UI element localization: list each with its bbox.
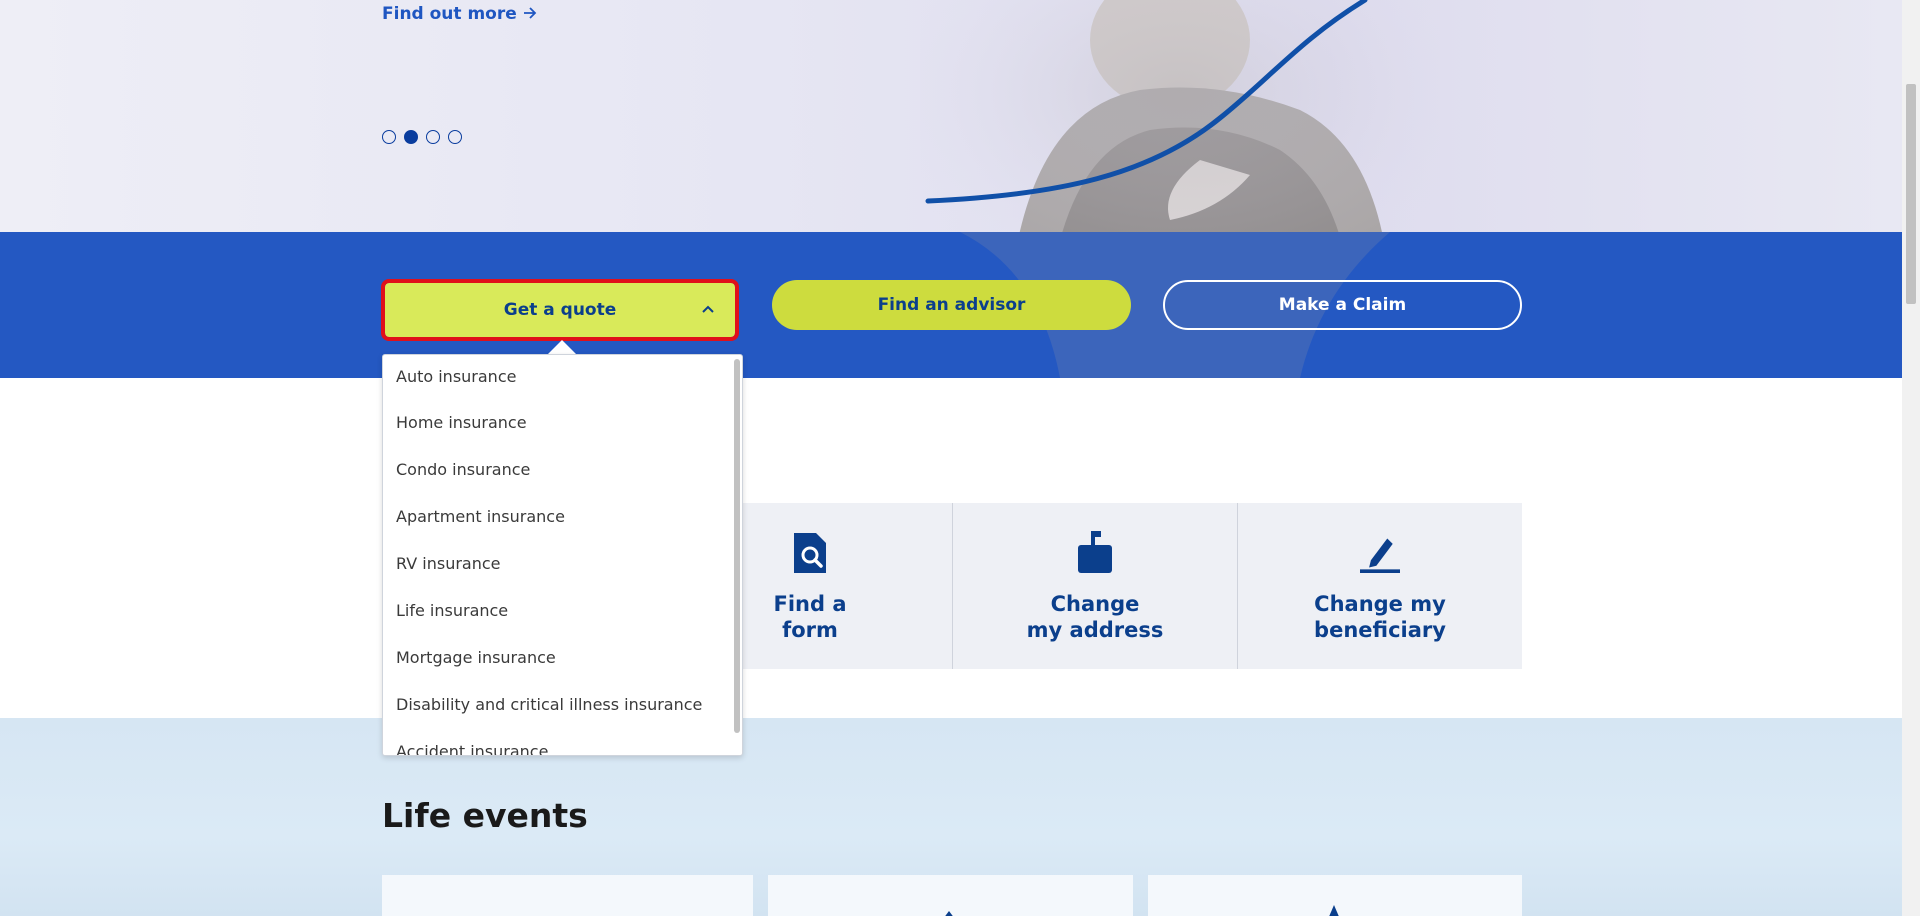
quote-dropdown-menu[interactable]: Auto insurance Home insurance Condo insu… bbox=[382, 354, 743, 756]
tile-change-my-beneficiary[interactable]: Change my beneficiary bbox=[1237, 503, 1522, 669]
carousel-dot[interactable] bbox=[382, 130, 396, 144]
arrow-right-icon bbox=[523, 4, 537, 24]
page-scrollbar[interactable] bbox=[1902, 0, 1920, 916]
drop-icon bbox=[1329, 905, 1339, 916]
life-event-card[interactable] bbox=[382, 875, 753, 916]
find-out-more-label[interactable]: Find out more bbox=[382, 4, 517, 24]
dropdown-item-accident-insurance[interactable]: Accident insurance bbox=[396, 742, 548, 755]
get-a-quote-button[interactable]: Get a quote bbox=[381, 279, 739, 341]
house-icon bbox=[945, 911, 953, 916]
find-out-more-link[interactable]: Find out more bbox=[382, 4, 537, 24]
life-event-card[interactable] bbox=[1148, 875, 1522, 916]
find-an-advisor-button[interactable]: Find an advisor bbox=[772, 280, 1131, 330]
dropdown-item-apartment-insurance[interactable]: Apartment insurance bbox=[396, 507, 565, 526]
tile-change-my-address-label: Change my address bbox=[1026, 592, 1164, 642]
dropdown-item-life-insurance[interactable]: Life insurance bbox=[396, 601, 508, 620]
hero-banner: Find out more bbox=[0, 0, 1902, 232]
make-a-claim-label: Make a Claim bbox=[1278, 295, 1407, 315]
carousel-dot[interactable] bbox=[426, 130, 440, 144]
page-scrollbar-thumb[interactable] bbox=[1906, 84, 1916, 304]
mailbox-icon bbox=[1078, 531, 1112, 573]
pencil-icon bbox=[1360, 538, 1400, 573]
find-an-advisor-label: Find an advisor bbox=[877, 295, 1026, 315]
dropdown-scrollbar[interactable] bbox=[734, 359, 740, 733]
page: Find out more Get a quote Find an adviso… bbox=[0, 0, 1902, 916]
hero-curve bbox=[925, 0, 1368, 204]
tile-change-my-beneficiary-label: Change my beneficiary bbox=[1314, 592, 1446, 642]
document-search-icon bbox=[794, 533, 826, 573]
life-event-card[interactable] bbox=[768, 875, 1133, 916]
dropdown-item-rv-insurance[interactable]: RV insurance bbox=[396, 554, 501, 573]
carousel-dot-active[interactable] bbox=[404, 130, 418, 144]
tile-change-my-address[interactable]: Change my address bbox=[952, 503, 1237, 669]
carousel-dots bbox=[382, 130, 462, 144]
dropdown-item-mortgage-insurance[interactable]: Mortgage insurance bbox=[396, 648, 556, 667]
life-events-title: Life events bbox=[382, 796, 588, 835]
dropdown-item-disability-critical-illness[interactable]: Disability and critical illness insuranc… bbox=[396, 695, 702, 714]
get-a-quote-label: Get a quote bbox=[503, 300, 617, 320]
dropdown-item-auto-insurance[interactable]: Auto insurance bbox=[396, 367, 516, 386]
make-a-claim-button[interactable]: Make a Claim bbox=[1163, 280, 1522, 330]
chevron-up-icon bbox=[701, 299, 715, 318]
dropdown-item-condo-insurance[interactable]: Condo insurance bbox=[396, 460, 530, 479]
carousel-dot[interactable] bbox=[448, 130, 462, 144]
dropdown-pointer bbox=[548, 340, 576, 354]
dropdown-item-home-insurance[interactable]: Home insurance bbox=[396, 413, 527, 432]
